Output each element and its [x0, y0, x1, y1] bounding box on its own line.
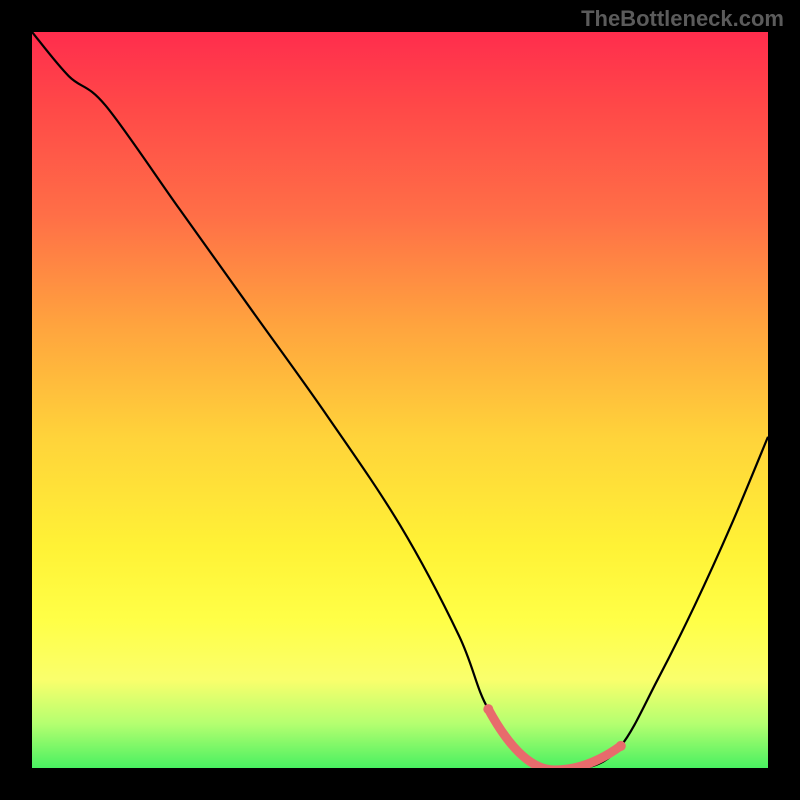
chart-background-gradient	[32, 32, 768, 768]
chart-plot-area	[32, 32, 768, 768]
attribution-text: TheBottleneck.com	[581, 6, 784, 32]
